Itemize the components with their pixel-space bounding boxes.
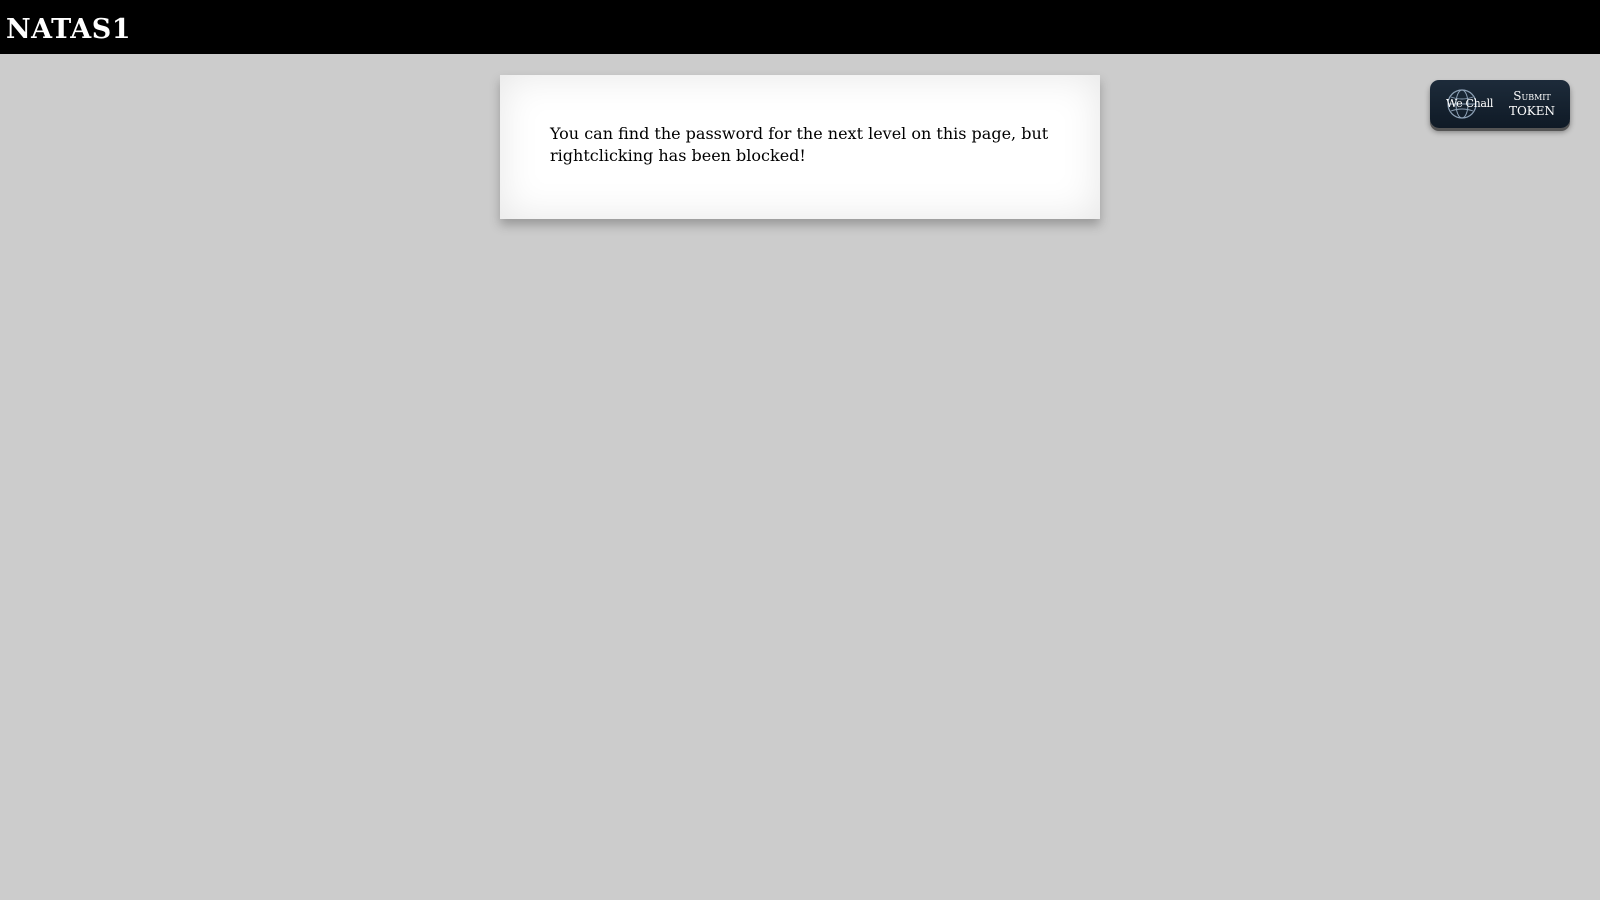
content-panel: You can find the password for the next l… (500, 75, 1100, 219)
submit-label: Submit (1513, 89, 1551, 103)
header-bar: NATAS1 (0, 0, 1600, 54)
token-label: TOKEN (1508, 104, 1556, 118)
page-title: NATAS1 (6, 14, 132, 45)
wechall-logo-text: We Chall (1446, 97, 1494, 110)
message-text: You can find the password for the next l… (550, 124, 1049, 165)
submit-token-label: Submit TOKEN (1502, 89, 1562, 119)
submit-token-button[interactable]: We Chall Submit TOKEN (1430, 80, 1570, 128)
